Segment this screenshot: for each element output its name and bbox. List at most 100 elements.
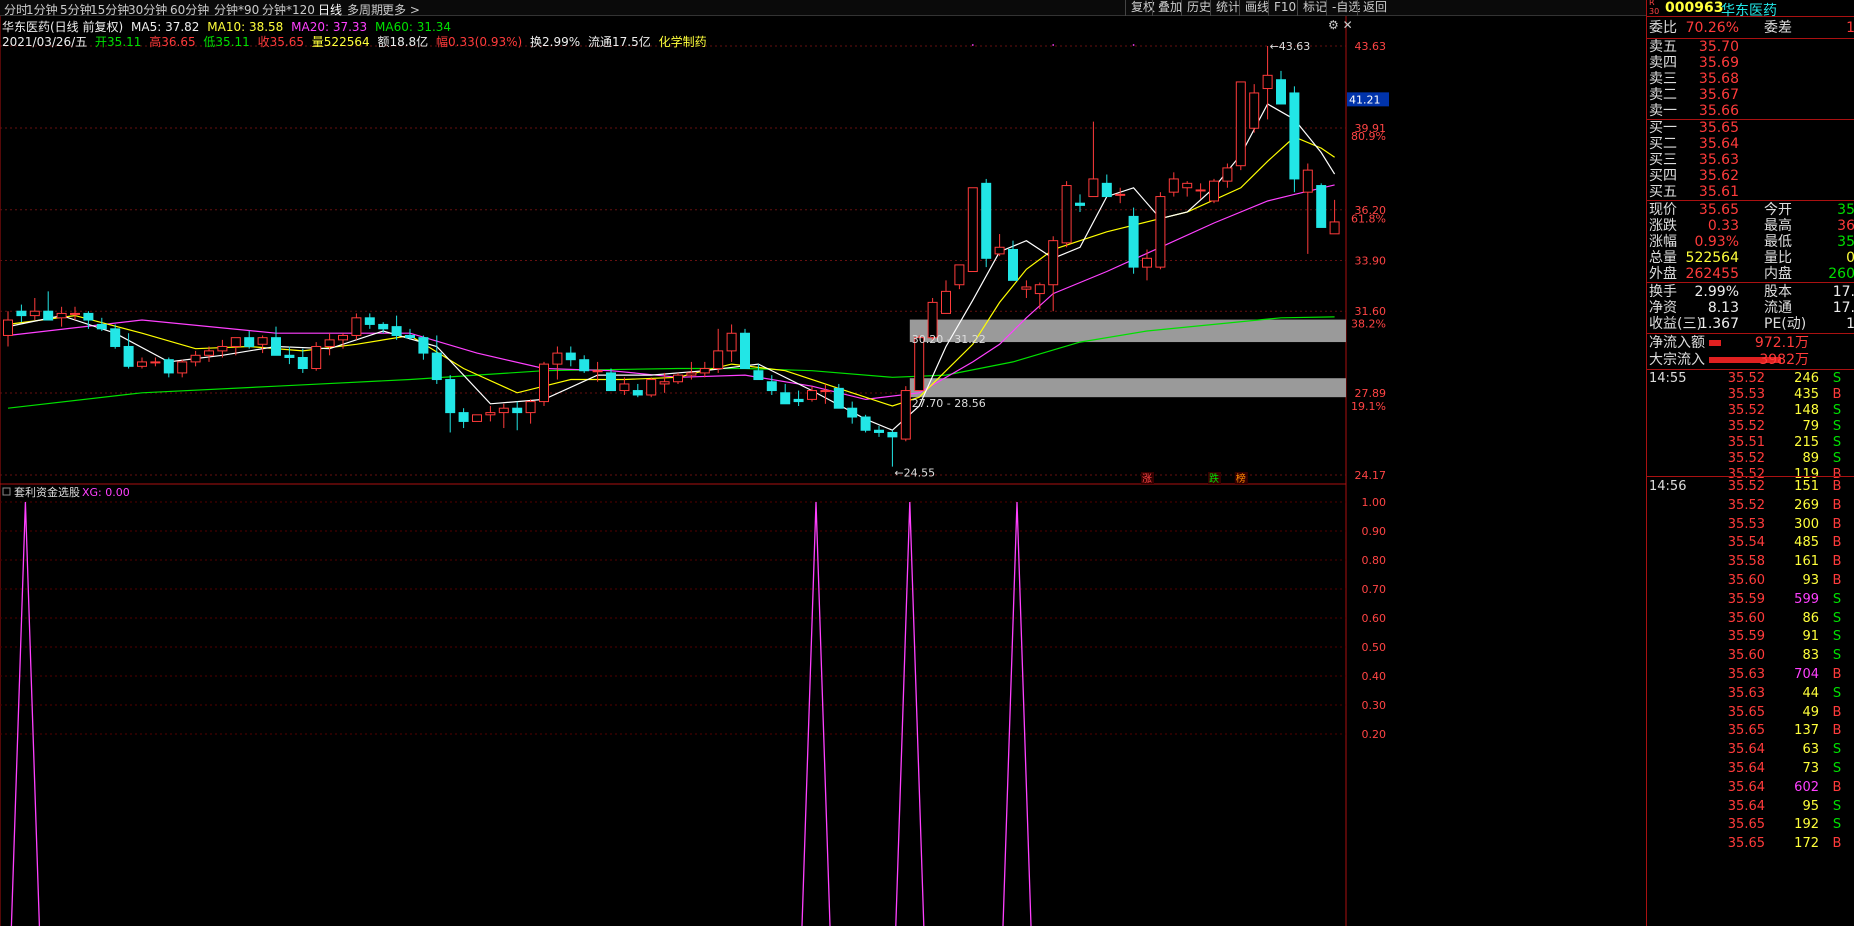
ohlc-info-line: 2021/03/26/五 开35.11 高36.65 低35.11 收35.65… <box>2 33 711 50</box>
tick-row: 35.64 63 S <box>1727 742 1842 758</box>
candle-body <box>874 429 884 433</box>
indicator-axis-label: 0.20 <box>1362 728 1387 741</box>
candle-body <box>1034 284 1045 295</box>
candle-body <box>364 317 375 325</box>
tick-row: 35.65 172 B <box>1727 836 1842 852</box>
candle-body <box>485 412 496 416</box>
candle-body <box>592 370 603 373</box>
candle-body <box>472 414 482 422</box>
tick-row: 35.64 95 S <box>1727 798 1842 814</box>
zone-label: 30.20 - 31.22 <box>912 333 986 346</box>
candle-body <box>619 383 630 392</box>
candle-body <box>673 374 683 383</box>
candle-body <box>994 246 1005 255</box>
candle-body <box>284 354 295 358</box>
tick-row: 35.54 485 B <box>1727 535 1842 551</box>
period-0[interactable]: 分时 <box>4 1 28 18</box>
xg-signal-spike <box>10 501 41 926</box>
top-dot-marker <box>1132 44 1135 46</box>
candle-body <box>512 407 523 414</box>
top-dot-marker <box>1052 44 1055 46</box>
candle-body <box>150 361 161 364</box>
candle-body <box>418 337 429 354</box>
candle-body <box>338 334 348 341</box>
period-8[interactable]: 日线 <box>318 1 342 18</box>
candle-body <box>740 332 750 370</box>
candle-body <box>525 401 536 414</box>
bar-high: 高36.65 <box>149 35 196 49</box>
candle-body <box>847 407 858 418</box>
settings-icon[interactable]: ⚙ ✕ <box>1323 18 1358 34</box>
candle-body <box>123 345 134 367</box>
indicator-name: 套利资金选股 <box>14 485 80 499</box>
support-zone <box>909 378 1346 398</box>
candle-body <box>311 345 322 370</box>
candle-body <box>1249 92 1260 129</box>
candle-body <box>351 317 362 336</box>
candle-body <box>391 326 402 336</box>
candle-body <box>1075 202 1085 206</box>
period-9[interactable]: 多周期 <box>347 1 383 18</box>
period-2[interactable]: 5分钟 <box>60 1 92 18</box>
candle-body <box>43 310 54 321</box>
tick-row: 35.58 161 B <box>1727 554 1842 570</box>
candle-body <box>793 398 804 403</box>
candle-body <box>860 416 871 431</box>
candle-body <box>29 310 40 317</box>
stock-title: 华东医药(日线 前复权) <box>2 20 124 34</box>
indicator-toggle-icon[interactable] <box>2 487 11 496</box>
tick-row: 35.52 269 B <box>1727 497 1842 513</box>
toolbar-button-8[interactable]: 返回 <box>1357 0 1392 16</box>
candle-body <box>96 323 107 330</box>
kline-chart[interactable]: 43.6339.9136.2033.9031.6027.8924.1780.9%… <box>0 0 1646 926</box>
period-3[interactable]: 15分钟 <box>90 1 129 18</box>
candle-body <box>552 352 563 365</box>
candle-body <box>820 390 831 393</box>
ma60-value: MA60: 31.34 <box>375 20 452 34</box>
period-1[interactable]: 1分钟 <box>26 1 58 18</box>
period-10[interactable]: 更多 > <box>382 1 420 18</box>
bar-volume: 量522564 <box>311 35 370 49</box>
pct-axis-label: 61.8% <box>1351 213 1386 226</box>
candle-body <box>967 187 978 273</box>
bar-amount: 额18.8亿 <box>377 35 429 49</box>
candle-body <box>56 312 67 319</box>
tick-row: 35.65 137 B <box>1727 723 1842 739</box>
webi-row: 委比 70.26% 委差 1 <box>1649 20 1854 36</box>
price-annotation: ←43.63 <box>1270 40 1311 53</box>
period-5[interactable]: 60分钟 <box>170 1 209 18</box>
candle-body <box>1222 167 1233 182</box>
pct-axis-label: 19.1% <box>1351 400 1386 413</box>
candle-body <box>807 390 817 400</box>
candle-body <box>257 337 268 345</box>
candle-body <box>458 412 469 422</box>
period-6[interactable]: 分钟*90 <box>214 1 259 18</box>
tick-row: 35.64 73 S <box>1727 761 1842 776</box>
candle-body <box>3 319 13 336</box>
candle-body <box>16 310 27 317</box>
candle-body <box>726 332 737 352</box>
ma10-value: MA10: 38.58 <box>207 20 284 34</box>
period-7[interactable]: 分钟*120 <box>262 1 315 18</box>
divider <box>1647 476 1854 477</box>
candle-body <box>1061 185 1072 244</box>
period-4[interactable]: 30分钟 <box>128 1 167 18</box>
candle-body <box>1289 92 1300 180</box>
candle-body <box>766 381 777 392</box>
tick-row: 14:56 35.52 151 B <box>1649 479 1842 494</box>
candle-body <box>297 356 308 370</box>
candle-body <box>900 390 911 440</box>
candle-body <box>378 323 389 330</box>
candle-body <box>686 372 697 376</box>
tick-row: 35.65 192 S <box>1727 817 1842 833</box>
candle-body <box>1195 189 1206 192</box>
candle-body <box>887 431 898 438</box>
ma10-line <box>7 136 1335 407</box>
candle-body <box>1262 74 1273 90</box>
indicator-axis-label: 0.70 <box>1362 583 1387 596</box>
bar-turnover: 换2.99% <box>530 35 581 49</box>
candle-body <box>445 379 456 414</box>
bar-change: 幅0.33(0.93%) <box>436 35 523 49</box>
candle-body <box>1101 182 1112 198</box>
candle-body <box>646 379 657 396</box>
